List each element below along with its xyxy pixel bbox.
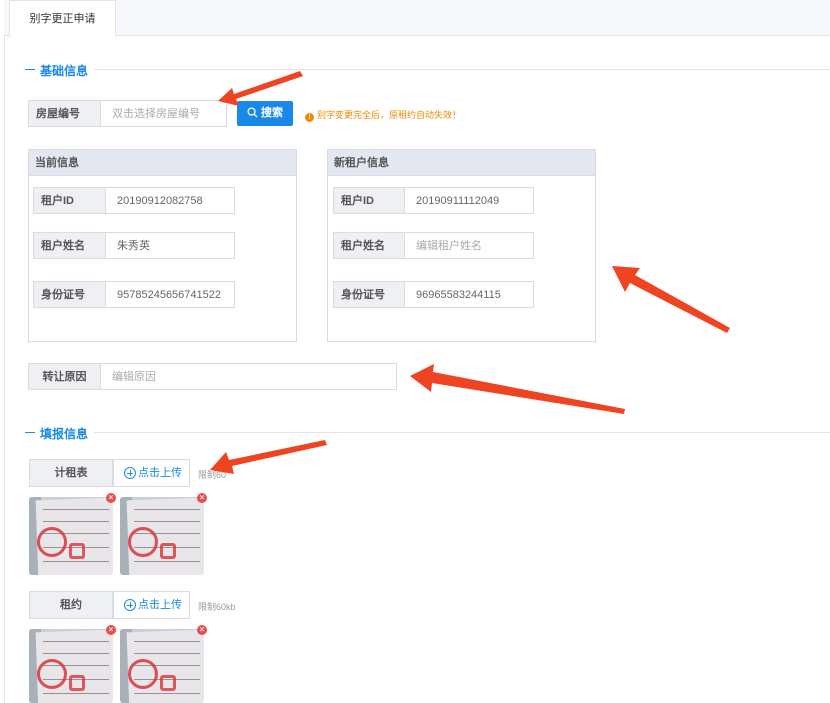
annotation-arrows bbox=[210, 71, 730, 474]
arrow-to-room-input bbox=[218, 71, 303, 106]
arrow-to-new-tenant-panel bbox=[612, 266, 730, 333]
arrow-to-reason-input bbox=[410, 364, 625, 414]
arrow-to-upload-button bbox=[210, 440, 327, 474]
